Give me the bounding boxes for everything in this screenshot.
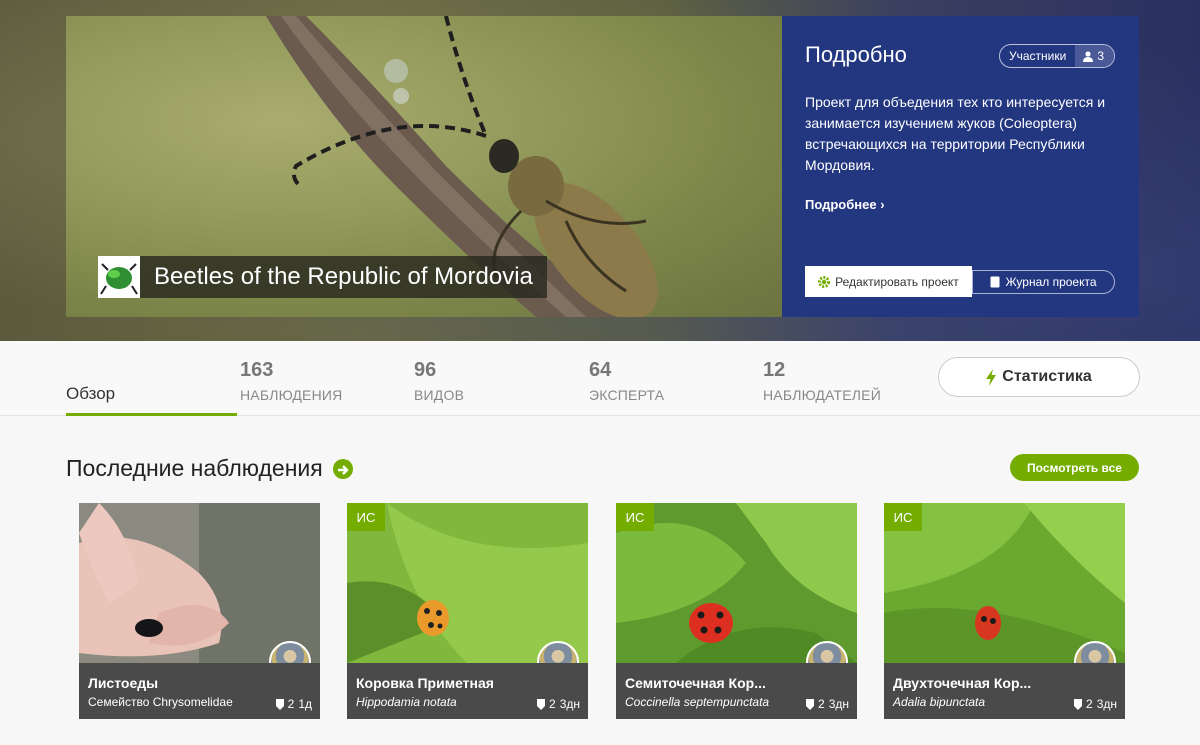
identification-icon	[275, 698, 284, 710]
observation-card[interactable]: ИС Семиточечная Кор... Coccinella septem…	[616, 503, 857, 719]
members-count: 3	[1097, 49, 1104, 63]
statistics-label: Статистика	[1002, 368, 1092, 385]
observation-age: 3дн	[559, 697, 580, 711]
observers-label: НАБЛЮДАТЕЛЕЙ	[763, 387, 881, 403]
members-count-badge: 3	[1075, 45, 1114, 67]
observation-meta: 2 3дн	[806, 697, 849, 711]
observation-info: Двухточечная Кор... Adalia bipunctata 2 …	[884, 663, 1125, 719]
chevron-right-icon: ›	[880, 197, 885, 212]
tab-species[interactable]: 96 ВИДОВ	[414, 359, 464, 403]
more-link-label: Подробнее	[805, 197, 877, 212]
project-details-panel: Подробно Участники 3 Проект для объедени…	[782, 16, 1139, 317]
identifiers-label: ЭКСПЕРТА	[589, 387, 665, 403]
user-icon	[1083, 50, 1094, 62]
observation-age: 3дн	[1096, 697, 1117, 711]
lightning-icon	[986, 368, 997, 386]
members-label: Участники	[1008, 49, 1067, 63]
identifiers-count: 64	[589, 359, 612, 381]
identification-icon	[1074, 698, 1082, 710]
project-title-badge: Beetles of the Republic of Mordovia	[98, 256, 547, 298]
project-journal-button[interactable]: Журнал проекта	[972, 270, 1115, 294]
project-journal-label: Журнал проекта	[1005, 275, 1097, 289]
observation-card[interactable]: Листоеды Семейство Chrysomelidae 2 1д	[79, 503, 320, 719]
details-title: Подробно	[805, 42, 907, 67]
observation-name: Двухточечная Кор...	[893, 675, 1032, 691]
edit-project-button[interactable]: Редактировать проект	[805, 266, 972, 297]
observation-meta: 2 3дн	[537, 697, 580, 711]
species-label: ВИДОВ	[414, 387, 465, 403]
arrow-right-icon[interactable]	[332, 458, 353, 479]
observation-age: 1д	[298, 697, 312, 711]
recent-observations-heading: Последние наблюдения	[66, 455, 353, 482]
members-button[interactable]: Участники 3	[998, 44, 1115, 68]
project-tab-bar: Обзор 163 НАБЛЮДЕНИЯ 96 ВИДОВ 64 ЭКСПЕРТ…	[0, 341, 1200, 416]
statistics-button[interactable]: Статистика	[938, 357, 1140, 397]
tab-overview[interactable]: Обзор	[66, 341, 237, 416]
research-grade-badge: ИС	[616, 503, 654, 531]
section-title: Последние наблюдения	[66, 455, 323, 481]
identification-count: 2	[287, 697, 295, 711]
observation-card[interactable]: ИС Коровка Приметная Hippodamia notata 2…	[347, 503, 588, 719]
research-grade-badge: ИС	[884, 503, 922, 531]
edit-project-label: Редактировать проект	[835, 274, 959, 289]
tab-observations[interactable]: 163 НАБЛЮДЕНИЯ	[240, 359, 342, 403]
observations-count: 163	[240, 359, 274, 381]
view-all-button[interactable]: Посмотреть все	[1010, 454, 1139, 481]
identification-count: 2	[1086, 697, 1093, 711]
gear-icon	[818, 275, 831, 288]
identification-icon	[537, 698, 545, 710]
observation-info: Листоеды Семейство Chrysomelidae 2 1д	[79, 663, 320, 719]
observation-info: Семиточечная Кор... Coccinella septempun…	[616, 663, 857, 719]
observation-name: Семиточечная Кор...	[625, 675, 766, 691]
observation-photo	[79, 503, 320, 663]
observation-name: Коровка Приметная	[356, 675, 494, 691]
observers-count: 12	[763, 359, 786, 381]
document-icon	[990, 276, 1000, 288]
project-description: Проект для объедения тех кто интересуетс…	[805, 94, 1106, 173]
tab-observers[interactable]: 12 НАБЛЮДАТЕЛЕЙ	[763, 359, 881, 403]
research-grade-badge: ИС	[347, 503, 385, 531]
observation-meta: 2 3дн	[1074, 697, 1117, 711]
project-logo	[98, 256, 140, 298]
project-name: Beetles of the Republic of Mordovia	[140, 256, 547, 298]
observation-card[interactable]: ИС Двухточечная Кор... Adalia bipunctata…	[884, 503, 1125, 719]
identification-count: 2	[818, 697, 825, 711]
observation-name: Листоеды	[88, 675, 159, 691]
observations-label: НАБЛЮДЕНИЯ	[240, 387, 343, 403]
tab-identifiers[interactable]: 64 ЭКСПЕРТА	[589, 359, 664, 403]
observation-meta: 2 1д	[275, 697, 312, 711]
observation-age: 3дн	[828, 697, 849, 711]
species-count: 96	[414, 359, 437, 381]
identification-icon	[806, 698, 814, 710]
observation-info: Коровка Приметная Hippodamia notata 2 3д…	[347, 663, 588, 719]
identification-count: 2	[549, 697, 556, 711]
more-link[interactable]: Подробнее ›	[805, 197, 885, 212]
